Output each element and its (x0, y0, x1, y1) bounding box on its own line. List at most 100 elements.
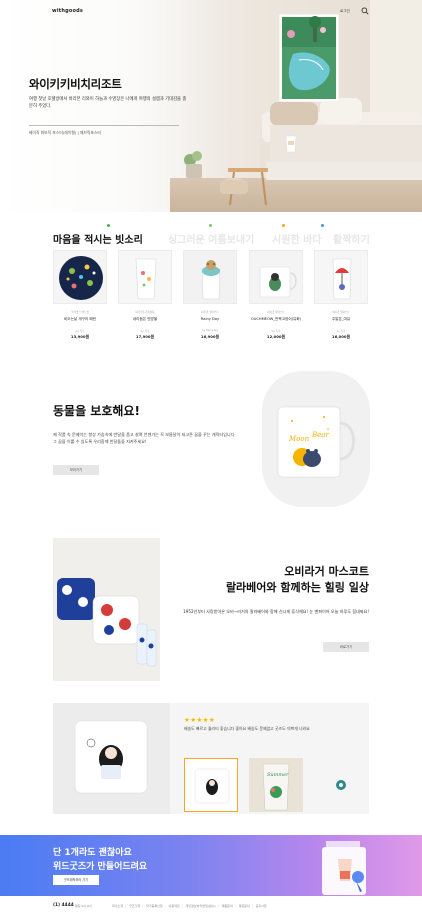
tab-rain[interactable]: 마음을 적시는 빗소리 (53, 231, 143, 246)
product-name[interactable]: OUCHMEOW_반짝고양이(유화) (249, 317, 303, 322)
product-image[interactable] (183, 250, 237, 304)
review-thumb-2[interactable]: Summer (249, 758, 303, 812)
footer-phone: (1) 4444 (53, 903, 74, 908)
bear-cushion-image (53, 538, 160, 681)
review-thumb-1[interactable] (184, 758, 238, 812)
product-name[interactable]: 주말은_여유 (314, 317, 368, 322)
card-preview-illustration (322, 841, 366, 895)
footer-link[interactable]: 작가등록신청 (146, 904, 163, 908)
animal-view-button[interactable]: 보러가기 (53, 465, 99, 475)
review-text: 배송도 빠르고 퀄리티 좋습니다 좋아요 배송도 문제없고 굿즈도 이쁘게 나와… (184, 726, 310, 731)
olivier-go-button[interactable]: 바로가기 (323, 642, 369, 652)
animal-section-description: 제 작품 속 문베이는 항상 가슴속에 반달을 품고 살며 언젠가는 꼭 보름달… (53, 432, 235, 444)
footer-link[interactable]: 공지사항 (256, 904, 267, 908)
olivier-description: 1952년부터 사랑받아온 오비~라거의 랄라베어와 함께 신나게 휴식해요! … (183, 609, 369, 614)
product-card[interactable]: 내가만든기획상품 내리듬은 빗방울 by 작가 17,900원 (118, 250, 172, 350)
footer-link[interactable]: 제품문의 (222, 904, 233, 908)
footer-separator: | (164, 904, 166, 908)
badge-thumb-image (314, 758, 368, 812)
product-name[interactable]: Rainy Day (183, 317, 237, 321)
hero-title: 와이키키비치리조트 (29, 77, 122, 91)
make-goods-button[interactable]: 굿즈제작하러 가기 (53, 875, 99, 885)
frog-pattern-image (54, 251, 106, 303)
footer-separator: | (234, 904, 236, 908)
product-artist: by Rainyday (201, 329, 218, 332)
product-name[interactable]: 비오는날 개구리 패턴 (53, 317, 107, 322)
product-brand: 아기곰 일러스트 (267, 311, 285, 314)
tab-dot (282, 224, 285, 227)
review-main-image[interactable] (53, 703, 170, 814)
rainy-day-glass-image (184, 251, 236, 303)
animal-section-title: 동물을 보호해요! (53, 404, 140, 418)
glass-cup-image (119, 251, 171, 303)
footer-link[interactable]: 개인정보처리방침(필수) (186, 904, 216, 908)
cup-image (285, 135, 297, 153)
product-price: 13,900원 (70, 334, 90, 339)
product-card[interactable]: 아기곰 일러스트 OUCHMEOW_반짝고양이(유화) by 작가 12,000… (249, 250, 303, 350)
product-artist: by 작가 (271, 330, 281, 333)
footer-separator: | (181, 904, 183, 908)
rating-stars: ★★★★★ (184, 716, 216, 724)
product-price: 16,000원 (331, 334, 351, 339)
product-price: 12,000원 (266, 334, 286, 339)
logo[interactable]: withgoods (52, 8, 83, 14)
product-artist: by 작가 (336, 330, 346, 333)
search-icon[interactable] (361, 7, 369, 15)
banner-title-line1: 단 1개라도 괜찮아요 (53, 848, 132, 858)
hero-product-links[interactable]: 베이직 화보직 포스터(레이형) | 패브릭포스터 (29, 130, 101, 136)
product-image[interactable] (53, 250, 107, 304)
product-artist: by 작가 (140, 330, 150, 333)
cat-mug-image (250, 251, 302, 303)
product-brand: 아기곰 일러스트 (332, 311, 350, 314)
banner-title-line2: 위드굿즈가 만들어드려요 (53, 862, 148, 872)
olivier-title-line1: 오비라거 마스코트 (284, 565, 369, 578)
footer-separator: | (125, 904, 127, 908)
svg-text:Moon: Moon (288, 435, 310, 443)
pillow-thumb-image (185, 759, 237, 811)
pillow-image (53, 703, 170, 814)
tab-sea[interactable]: 시원한 바다 (272, 231, 321, 246)
footer-separator: | (142, 904, 144, 908)
product-image[interactable] (249, 250, 303, 304)
tab-dot (209, 224, 212, 227)
umbrella-glass-image (315, 251, 367, 303)
footer-separator: | (251, 904, 253, 908)
product-card[interactable]: 아기곰 일러스트 주말은_여유 by 작가 16,000원 (314, 250, 368, 350)
review-thumb-3[interactable] (314, 758, 368, 812)
tab-dot (321, 224, 324, 227)
tab-dot (107, 224, 110, 227)
product-artist: by 작가 (75, 330, 85, 333)
moon-bear-mug-image: Moon Bear (277, 406, 355, 478)
product-card[interactable]: 아기곰 일러스트 Rainy Day by Rainyday 16,900원 (183, 250, 237, 350)
product-brand: 아기곰 일러스트 (201, 311, 219, 314)
olivier-title-line2: 랄라베어와 함께하는 힐링 일상 (225, 581, 369, 594)
product-image[interactable] (314, 250, 368, 304)
svg-text:Summer: Summer (267, 772, 289, 778)
summer-glass-thumb-image: Summer (249, 758, 303, 812)
footer-link[interactable]: 회사소개 (112, 904, 123, 908)
product-name[interactable]: 내리듬은 빗방울 (118, 317, 172, 322)
site-header: withgoods 로그인 (0, 0, 422, 24)
product-price: 17,900원 (135, 334, 155, 339)
footer-link[interactable]: 굿즈가게 (129, 904, 140, 908)
hero-poster-image (279, 14, 339, 102)
login-link[interactable]: 로그인 (340, 9, 350, 14)
svg-text:Bear: Bear (311, 431, 329, 439)
mug-product-card[interactable]: Moon Bear (262, 371, 370, 507)
product-brand: 작가명 브랜드명 (71, 311, 89, 314)
footer-separator: | (217, 904, 219, 908)
product-list: 작가명 브랜드명 비오는날 개구리 패턴 by 작가 13,900원 내가만든기… (53, 250, 368, 350)
footer-link[interactable]: 제휴문의 (239, 904, 250, 908)
category-tabs: 마음을 적시는 빗소리 싱그러운 여름보내기 시원한 바다 활짝하기 (53, 224, 383, 246)
product-card[interactable]: 작가명 브랜드명 비오는날 개구리 패턴 by 작가 13,900원 (53, 250, 107, 350)
product-brand: 내가만든기획상품 (135, 311, 155, 314)
hero-description: 여행 첫날 호텔방에서 바라본 리와이 하늘과 수영장은 나에게 여행의 설렘과… (29, 97, 187, 109)
tab-summer[interactable]: 싱그러운 여름보내기 (168, 231, 254, 246)
product-image[interactable] (118, 250, 172, 304)
footer-links: 회사소개 | 굿즈가게 | 작가등록신청 | 이용약관 | 개인정보처리방침(필수) | … (112, 904, 269, 908)
hero-divider (29, 125, 179, 126)
tab-bloom[interactable]: 활짝하기 (333, 231, 370, 246)
product-price: 16,900원 (200, 334, 220, 339)
footer-link[interactable]: 이용약관 (169, 904, 180, 908)
lala-bear-product-image[interactable] (53, 538, 160, 681)
